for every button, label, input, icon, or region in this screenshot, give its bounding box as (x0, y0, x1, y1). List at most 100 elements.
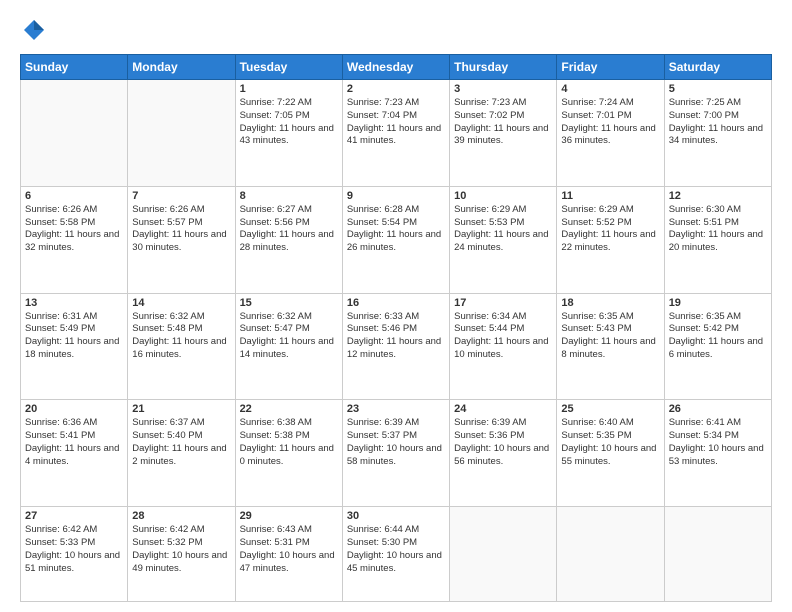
day-info: Sunrise: 6:36 AM Sunset: 5:41 PM Dayligh… (25, 417, 123, 468)
day-number: 23 (347, 403, 445, 415)
week-row: 6Sunrise: 6:26 AM Sunset: 5:58 PM Daylig… (21, 186, 772, 293)
calendar-cell: 30 Sunrise: 6:44 AM Sunset: 5:30 PM Dayli… (342, 507, 449, 602)
day-info: Sunrise: 6:42 AM Sunset: 5:33 PM Dayligh… (25, 524, 123, 575)
day-number: 3 (454, 83, 552, 95)
week-row: 13 Sunrise: 6:31 AM Sunset: 5:49 PM Dayli… (21, 293, 772, 400)
calendar-cell: 23 Sunrise: 6:39 AM Sunset: 5:37 PM Dayli… (342, 400, 449, 507)
day-number: 18 (561, 297, 659, 309)
calendar-cell: 27 Sunrise: 6:42 AM Sunset: 5:33 PM Dayli… (21, 507, 128, 602)
day-info: Sunrise: 6:26 AM Sunset: 5:57 PM Dayligh… (132, 204, 230, 255)
calendar-cell: 22 Sunrise: 6:38 AM Sunset: 5:38 PM Dayli… (235, 400, 342, 507)
logo-icon (20, 16, 48, 44)
day-info: Sunrise: 7:22 AM Sunset: 7:05 PM Dayligh… (240, 97, 338, 148)
col-header-sunday: Sunday (21, 55, 128, 80)
calendar-cell: 15 Sunrise: 6:32 AM Sunset: 5:47 PM Dayli… (235, 293, 342, 400)
day-number: 30 (347, 510, 445, 522)
day-info: Sunrise: 7:25 AM Sunset: 7:00 PM Dayligh… (669, 97, 767, 148)
day-number: 6 (25, 190, 123, 202)
day-info: Sunrise: 6:27 AM Sunset: 5:56 PM Dayligh… (240, 204, 338, 255)
col-header-saturday: Saturday (664, 55, 771, 80)
calendar-cell (664, 507, 771, 602)
calendar-cell: 19 Sunrise: 6:35 AM Sunset: 5:42 PM Dayli… (664, 293, 771, 400)
calendar-cell (450, 507, 557, 602)
day-number: 2 (347, 83, 445, 95)
day-info: Sunrise: 6:44 AM Sunset: 5:30 PM Dayligh… (347, 524, 445, 575)
logo (20, 16, 52, 44)
calendar-cell: 17 Sunrise: 6:34 AM Sunset: 5:44 PM Dayli… (450, 293, 557, 400)
calendar-cell: 29Sunrise: 6:43 AM Sunset: 5:31 PM Dayli… (235, 507, 342, 602)
day-number: 22 (240, 403, 338, 415)
day-info: Sunrise: 6:37 AM Sunset: 5:40 PM Dayligh… (132, 417, 230, 468)
day-number: 15 (240, 297, 338, 309)
calendar-cell: 3 Sunrise: 7:23 AM Sunset: 7:02 PM Daylig… (450, 80, 557, 187)
day-number: 5 (669, 83, 767, 95)
day-info: Sunrise: 6:38 AM Sunset: 5:38 PM Dayligh… (240, 417, 338, 468)
day-info: Sunrise: 6:29 AM Sunset: 5:53 PM Dayligh… (454, 204, 552, 255)
col-header-tuesday: Tuesday (235, 55, 342, 80)
calendar-cell: 1Sunrise: 7:22 AM Sunset: 7:05 PM Daylig… (235, 80, 342, 187)
day-info: Sunrise: 6:41 AM Sunset: 5:34 PM Dayligh… (669, 417, 767, 468)
col-header-monday: Monday (128, 55, 235, 80)
page: SundayMondayTuesdayWednesdayThursdayFrid… (0, 0, 792, 612)
day-number: 19 (669, 297, 767, 309)
calendar-cell (557, 507, 664, 602)
day-number: 8 (240, 190, 338, 202)
day-info: Sunrise: 6:39 AM Sunset: 5:36 PM Dayligh… (454, 417, 552, 468)
day-number: 17 (454, 297, 552, 309)
day-info: Sunrise: 6:29 AM Sunset: 5:52 PM Dayligh… (561, 204, 659, 255)
day-info: Sunrise: 6:32 AM Sunset: 5:47 PM Dayligh… (240, 311, 338, 362)
calendar-cell: 6Sunrise: 6:26 AM Sunset: 5:58 PM Daylig… (21, 186, 128, 293)
day-info: Sunrise: 6:42 AM Sunset: 5:32 PM Dayligh… (132, 524, 230, 575)
day-info: Sunrise: 6:34 AM Sunset: 5:44 PM Dayligh… (454, 311, 552, 362)
calendar-cell: 11 Sunrise: 6:29 AM Sunset: 5:52 PM Dayli… (557, 186, 664, 293)
header (20, 16, 772, 44)
week-row: 27 Sunrise: 6:42 AM Sunset: 5:33 PM Dayli… (21, 507, 772, 602)
calendar-cell: 28 Sunrise: 6:42 AM Sunset: 5:32 PM Dayli… (128, 507, 235, 602)
day-info: Sunrise: 6:40 AM Sunset: 5:35 PM Dayligh… (561, 417, 659, 468)
day-number: 11 (561, 190, 659, 202)
day-number: 13 (25, 297, 123, 309)
day-info: Sunrise: 6:35 AM Sunset: 5:42 PM Dayligh… (669, 311, 767, 362)
day-number: 9 (347, 190, 445, 202)
calendar-table: SundayMondayTuesdayWednesdayThursdayFrid… (20, 54, 772, 602)
calendar-cell (21, 80, 128, 187)
calendar-cell: 7 Sunrise: 6:26 AM Sunset: 5:57 PM Daylig… (128, 186, 235, 293)
day-number: 28 (132, 510, 230, 522)
calendar-cell: 21 Sunrise: 6:37 AM Sunset: 5:40 PM Dayli… (128, 400, 235, 507)
calendar-cell: 13 Sunrise: 6:31 AM Sunset: 5:49 PM Dayli… (21, 293, 128, 400)
day-info: Sunrise: 6:32 AM Sunset: 5:48 PM Dayligh… (132, 311, 230, 362)
day-number: 24 (454, 403, 552, 415)
calendar-cell: 2 Sunrise: 7:23 AM Sunset: 7:04 PM Daylig… (342, 80, 449, 187)
day-info: Sunrise: 6:30 AM Sunset: 5:51 PM Dayligh… (669, 204, 767, 255)
day-info: Sunrise: 7:23 AM Sunset: 7:04 PM Dayligh… (347, 97, 445, 148)
col-header-wednesday: Wednesday (342, 55, 449, 80)
week-row: 1Sunrise: 7:22 AM Sunset: 7:05 PM Daylig… (21, 80, 772, 187)
calendar-cell (128, 80, 235, 187)
day-number: 26 (669, 403, 767, 415)
day-number: 10 (454, 190, 552, 202)
calendar-cell: 12 Sunrise: 6:30 AM Sunset: 5:51 PM Dayli… (664, 186, 771, 293)
day-number: 27 (25, 510, 123, 522)
calendar-cell: 8 Sunrise: 6:27 AM Sunset: 5:56 PM Daylig… (235, 186, 342, 293)
day-info: Sunrise: 6:28 AM Sunset: 5:54 PM Dayligh… (347, 204, 445, 255)
calendar-cell: 16Sunrise: 6:33 AM Sunset: 5:46 PM Dayli… (342, 293, 449, 400)
day-info: Sunrise: 6:35 AM Sunset: 5:43 PM Dayligh… (561, 311, 659, 362)
day-number: 20 (25, 403, 123, 415)
calendar-cell: 4Sunrise: 7:24 AM Sunset: 7:01 PM Daylig… (557, 80, 664, 187)
day-number: 7 (132, 190, 230, 202)
day-info: Sunrise: 6:31 AM Sunset: 5:49 PM Dayligh… (25, 311, 123, 362)
calendar-cell: 10 Sunrise: 6:29 AM Sunset: 5:53 PM Dayli… (450, 186, 557, 293)
day-number: 21 (132, 403, 230, 415)
calendar-cell: 14 Sunrise: 6:32 AM Sunset: 5:48 PM Dayli… (128, 293, 235, 400)
day-info: Sunrise: 6:39 AM Sunset: 5:37 PM Dayligh… (347, 417, 445, 468)
day-number: 14 (132, 297, 230, 309)
day-number: 4 (561, 83, 659, 95)
day-info: Sunrise: 7:23 AM Sunset: 7:02 PM Dayligh… (454, 97, 552, 148)
calendar-cell: 24 Sunrise: 6:39 AM Sunset: 5:36 PM Dayli… (450, 400, 557, 507)
col-header-friday: Friday (557, 55, 664, 80)
day-number: 12 (669, 190, 767, 202)
day-info: Sunrise: 6:43 AM Sunset: 5:31 PM Dayligh… (240, 524, 338, 575)
col-header-thursday: Thursday (450, 55, 557, 80)
calendar-cell: 25Sunrise: 6:40 AM Sunset: 5:35 PM Dayli… (557, 400, 664, 507)
calendar-cell: 20 Sunrise: 6:36 AM Sunset: 5:41 PM Dayli… (21, 400, 128, 507)
